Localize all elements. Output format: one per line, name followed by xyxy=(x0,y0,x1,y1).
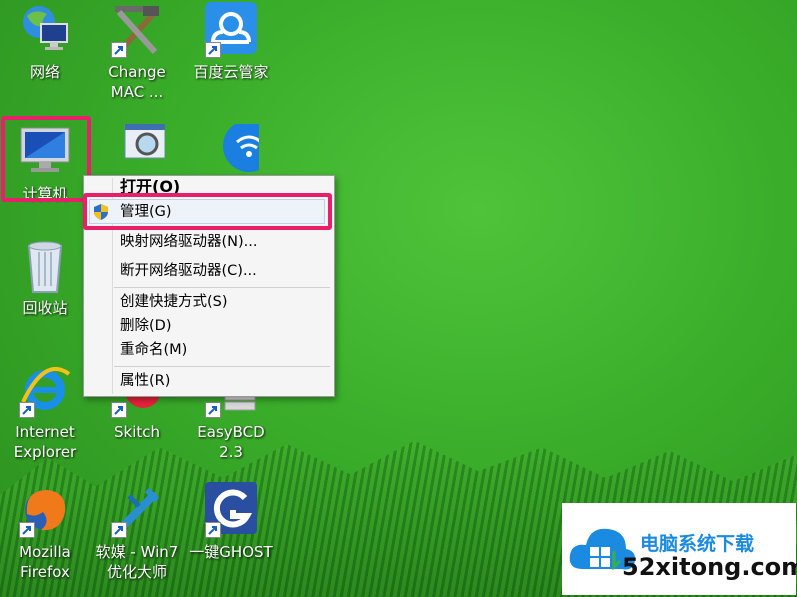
desktop-icon-label: 一键GHOST xyxy=(189,543,273,561)
shortcut-arrow-icon xyxy=(205,402,221,418)
menu-item-delete[interactable]: 删除(D) xyxy=(120,315,171,337)
watermark-title: 电脑系统下载 xyxy=(640,533,755,555)
shortcut-arrow-icon xyxy=(111,402,127,418)
desktop-icon-label: Skitch xyxy=(113,423,160,441)
network-icon xyxy=(17,2,73,58)
internet-explorer-icon xyxy=(17,362,73,418)
desktop-icon-label: 软媒 - Win7 优化大师 xyxy=(95,543,179,581)
baidu-cloud-icon xyxy=(203,2,259,58)
shortcut-arrow-icon xyxy=(205,42,221,58)
menu-item-rename[interactable]: 重命名(M) xyxy=(120,339,187,361)
menu-separator xyxy=(114,366,330,367)
desktop-icon-internet-explorer[interactable]: Internet Explorer xyxy=(0,362,90,462)
change-mac-icon xyxy=(109,2,165,58)
desktop-icon-label: Change MAC ... xyxy=(108,63,166,101)
desktop-icon-label: 百度云管家 xyxy=(193,63,269,81)
shortcut-arrow-icon xyxy=(19,402,35,418)
desktop-icon-label: Mozilla Firefox xyxy=(19,543,71,581)
desktop-icon-ghost[interactable]: 一键GHOST xyxy=(186,482,276,562)
desktop-icon-wifi-app[interactable] xyxy=(186,120,276,180)
menu-item-disconnect-network-drive[interactable]: 断开网络驱动器(C)... xyxy=(120,260,257,282)
site-watermark: 电脑系统下载 52xitong.com xyxy=(562,503,797,595)
watermark-url: 52xitong.com xyxy=(622,553,797,581)
manage-highlight-box xyxy=(83,193,332,230)
firefox-icon xyxy=(17,482,73,538)
ghost-icon xyxy=(203,482,259,538)
shortcut-arrow-icon xyxy=(205,522,221,538)
desktop-icon-label: 网络 xyxy=(29,63,60,81)
desktop-icon-firefox[interactable]: Mozilla Firefox xyxy=(0,482,90,582)
desktop-icon-hidden-app[interactable] xyxy=(92,123,182,180)
recycle-bin-icon xyxy=(17,238,73,294)
computer-highlight-box xyxy=(1,116,91,202)
menu-item-map-network-drive[interactable]: 映射网络驱动器(N)... xyxy=(120,231,258,253)
shortcut-arrow-icon xyxy=(19,522,35,538)
desktop-icon-label: Internet Explorer xyxy=(13,423,77,461)
menu-item-properties[interactable]: 属性(R) xyxy=(120,370,170,392)
menu-separator xyxy=(114,287,330,288)
desktop-icon-label: EasyBCD 2.3 xyxy=(197,423,265,461)
magnifier-window-icon xyxy=(109,123,166,180)
shortcut-arrow-icon xyxy=(111,522,127,538)
desktop-icon-change-mac[interactable]: Change MAC ... xyxy=(92,2,182,102)
desktop-icon-network[interactable]: 网络 xyxy=(0,2,90,82)
menu-item-create-shortcut[interactable]: 创建快捷方式(S) xyxy=(120,291,228,313)
ruanmei-icon xyxy=(109,482,165,538)
shortcut-arrow-icon xyxy=(111,42,127,58)
desktop-icon-label: 回收站 xyxy=(22,299,68,317)
desktop-icon-recycle-bin[interactable]: 回收站 xyxy=(0,238,90,318)
wifi-icon xyxy=(203,120,275,180)
desktop-icon-ruanmei[interactable]: 软媒 - Win7 优化大师 xyxy=(92,482,182,582)
desktop-icon-baidu-cloud[interactable]: 百度云管家 xyxy=(186,2,276,82)
